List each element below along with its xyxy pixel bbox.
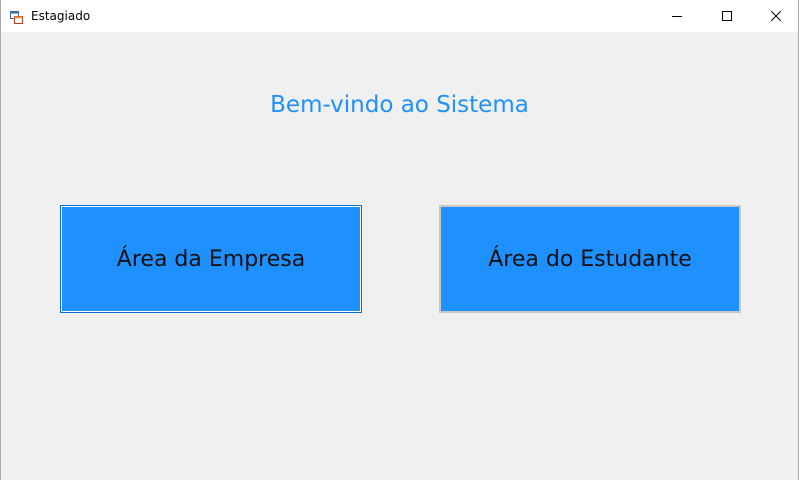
maximize-icon <box>722 6 732 25</box>
estudante-area-label: Área do Estudante <box>488 246 692 272</box>
maximize-button[interactable] <box>704 0 750 30</box>
minimize-button[interactable] <box>654 0 700 30</box>
app-window: Estagiado Bem-vindo ao Sistema Área da E… <box>0 0 799 480</box>
welcome-heading: Bem-vindo ao Sistema <box>270 92 529 118</box>
empresa-area-button[interactable]: Área da Empresa <box>60 205 362 313</box>
close-icon <box>770 6 782 25</box>
app-icon <box>10 9 23 24</box>
title-bar[interactable]: Estagiado <box>1 0 798 32</box>
close-button[interactable] <box>753 0 799 30</box>
estudante-area-button[interactable]: Área do Estudante <box>439 205 741 313</box>
empresa-area-label: Área da Empresa <box>116 246 306 272</box>
minimize-icon <box>672 6 682 25</box>
window-title: Estagiado <box>31 9 91 23</box>
